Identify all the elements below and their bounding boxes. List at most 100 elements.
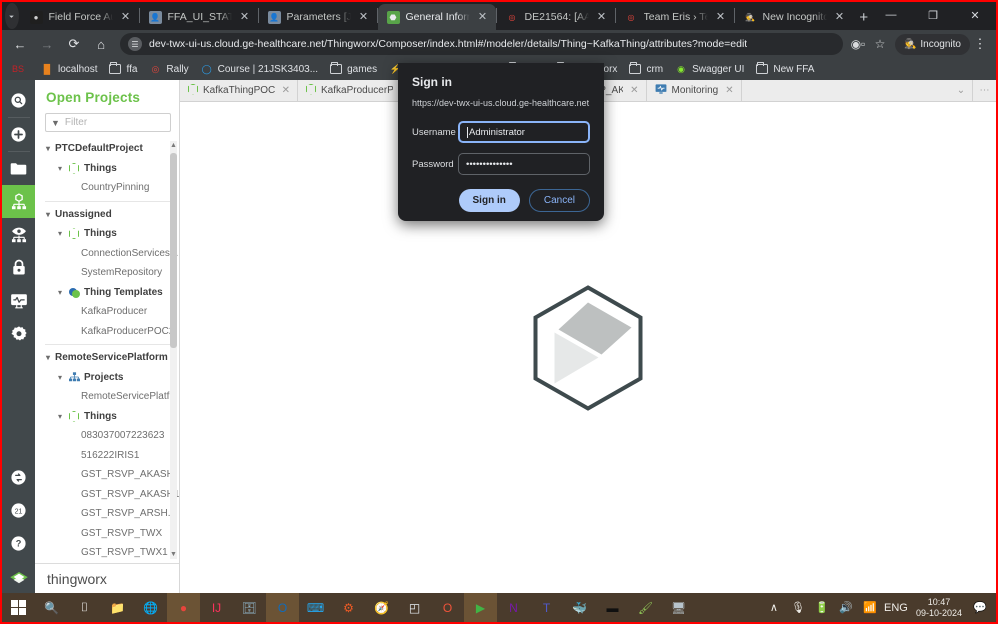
- tab-more-options-icon[interactable]: ⋯: [973, 80, 996, 101]
- entity-tab-close-icon[interactable]: ✕: [630, 85, 638, 96]
- chevron-down-icon[interactable]: ▾: [53, 229, 67, 238]
- tree-scrollbar[interactable]: ▲ ▼: [170, 141, 177, 559]
- back-button[interactable]: ←: [8, 32, 32, 56]
- minimize-button[interactable]: —: [870, 2, 912, 28]
- browse-folder-icon[interactable]: [2, 152, 35, 185]
- vscode-icon[interactable]: ⌨: [299, 593, 332, 622]
- tab-close-icon[interactable]: ✕: [357, 10, 371, 24]
- tree-node[interactable]: RemoteServicePlatf...: [35, 387, 179, 407]
- new-tab-button[interactable]: +: [858, 5, 870, 29]
- url-input[interactable]: ☰ dev-twx-ui-us.cloud.ge-healthcare.net/…: [120, 33, 843, 55]
- tree-node[interactable]: GST_RSVP_ARSH...: [35, 504, 179, 524]
- microphone-icon[interactable]: 🎙: [787, 593, 809, 622]
- onenote-icon[interactable]: N: [497, 593, 530, 622]
- file-explorer-icon[interactable]: 📁: [101, 593, 134, 622]
- security-icon[interactable]: [2, 251, 35, 284]
- chevron-down-icon[interactable]: ▾: [41, 353, 55, 362]
- browser-tab[interactable]: ◎Team Eris › Team Sta✕: [616, 4, 734, 30]
- browser-menu-button[interactable]: ⋮: [970, 36, 990, 52]
- help-icon[interactable]: ?: [2, 527, 35, 560]
- tree-node[interactable]: GST_RSVP_TWX1: [35, 543, 179, 563]
- notifications-icon[interactable]: 21: [2, 494, 35, 527]
- scroll-up-arrow[interactable]: ▲: [170, 141, 177, 150]
- entity-tab-close-icon[interactable]: ✕: [725, 85, 733, 96]
- tab-close-icon[interactable]: ✕: [833, 10, 847, 24]
- explorer2-icon[interactable]: 🧭: [365, 593, 398, 622]
- reading-mode-icon[interactable]: ◉▫: [847, 33, 869, 55]
- tree-node[interactable]: ConnectionServices...: [35, 244, 179, 264]
- bookmark-item[interactable]: New FFA: [750, 59, 820, 79]
- tab-close-icon[interactable]: ✕: [595, 10, 609, 24]
- tree-node[interactable]: KafkaProducer: [35, 302, 179, 322]
- tree-node[interactable]: ▾PTCDefaultProject: [35, 139, 179, 159]
- remote-desktop-icon[interactable]: 🖥: [662, 593, 695, 622]
- thingworx-logo-icon[interactable]: [2, 560, 35, 593]
- tree-node[interactable]: ▾Things: [35, 407, 179, 427]
- docker-icon[interactable]: 🐳: [563, 593, 596, 622]
- tree-node[interactable]: 516222IRIS1: [35, 446, 179, 466]
- bookmark-item[interactable]: ffa: [103, 59, 143, 79]
- site-settings-icon[interactable]: ☰: [128, 37, 142, 51]
- outlook-icon[interactable]: O: [266, 593, 299, 622]
- tree-node[interactable]: ▾Unassigned: [35, 205, 179, 225]
- tray-expand-icon[interactable]: ∧: [763, 593, 785, 622]
- battery-icon[interactable]: 🔋: [811, 593, 833, 622]
- teams-icon[interactable]: T: [530, 593, 563, 622]
- bookmark-item[interactable]: crm: [623, 59, 669, 79]
- bookmark-item[interactable]: games: [324, 59, 383, 79]
- chevron-down-icon[interactable]: ▾: [53, 412, 67, 421]
- terminal-icon[interactable]: ▬: [596, 593, 629, 622]
- tree-node[interactable]: KafkaProducerPOC2: [35, 322, 179, 342]
- reload-button[interactable]: ⟳: [62, 32, 86, 56]
- tab-close-icon[interactable]: ✕: [714, 10, 728, 24]
- tree-node[interactable]: GST_RSVP_AKASH1: [35, 485, 179, 505]
- tab-close-icon[interactable]: ✕: [238, 10, 252, 24]
- chrome-icon[interactable]: ●: [167, 593, 200, 622]
- tab-list-dropdown-icon[interactable]: ⌄: [950, 80, 973, 101]
- settings-icon[interactable]: [2, 317, 35, 350]
- maximize-button[interactable]: ❐: [912, 2, 954, 28]
- bookmark-item[interactable]: ◯Course | 21JSK3403...: [195, 59, 324, 79]
- network-icon[interactable]: 📶: [859, 593, 881, 622]
- bookmark-item[interactable]: ◎Rally: [143, 59, 194, 79]
- browser-tab[interactable]: ◎DE21564: [AAA] Onc✕: [497, 4, 615, 30]
- browser-tab[interactable]: ●Field Force Automati✕: [21, 4, 139, 30]
- tree-node[interactable]: GST_RSVP_TWX: [35, 524, 179, 544]
- bookmark-item[interactable]: ◉Swagger UI: [669, 59, 750, 79]
- browser-tab[interactable]: ⬣General Information✕: [378, 4, 496, 30]
- search-icon[interactable]: [2, 84, 35, 117]
- task-view-icon[interactable]: ⌷: [68, 593, 101, 622]
- browser-tab[interactable]: 👤FFA_UI_STATIC-CONT✕: [140, 4, 258, 30]
- scroll-down-arrow[interactable]: ▼: [170, 550, 177, 559]
- opera-icon[interactable]: O: [431, 593, 464, 622]
- chevron-down-icon[interactable]: ▾: [53, 288, 67, 297]
- scrollbar-thumb[interactable]: [170, 153, 177, 348]
- tree-node[interactable]: ▾Things: [35, 224, 179, 244]
- visualization-icon[interactable]: [2, 218, 35, 251]
- database-icon[interactable]: 🗄: [233, 593, 266, 622]
- modeling-icon[interactable]: [2, 185, 35, 218]
- cancel-button[interactable]: Cancel: [529, 189, 590, 212]
- add-new-icon[interactable]: [2, 118, 35, 151]
- browser-tab[interactable]: 🕵New Incognito Tab✕: [735, 4, 853, 30]
- home-button[interactable]: ⌂: [89, 32, 113, 56]
- bookmark-item[interactable]: █localhost: [35, 59, 103, 79]
- tree-node[interactable]: CountryPinning: [35, 178, 179, 198]
- chevron-down-icon[interactable]: ▾: [41, 210, 55, 219]
- bookmark-item[interactable]: BS: [6, 59, 35, 79]
- tree-node[interactable]: ▾RemoteServicePlatform: [35, 348, 179, 368]
- entity-tab[interactable]: KafkaThingPOC✕: [180, 80, 298, 101]
- chevron-down-icon[interactable]: ▾: [53, 164, 67, 173]
- close-window-button[interactable]: ✕: [954, 2, 996, 28]
- search-taskbar-icon[interactable]: 🔍: [35, 593, 68, 622]
- tree-node[interactable]: 083037007223623: [35, 426, 179, 446]
- intellij-icon[interactable]: IJ: [200, 593, 233, 622]
- tree-node[interactable]: GST_RSVP_AKASH: [35, 465, 179, 485]
- password-input[interactable]: ••••••••••••••: [458, 153, 590, 175]
- tab-close-icon[interactable]: ✕: [476, 10, 490, 24]
- volume-icon[interactable]: 🔊: [835, 593, 857, 622]
- import-export-icon[interactable]: [2, 461, 35, 494]
- tree-node[interactable]: ▾Things: [35, 159, 179, 179]
- tab-close-icon[interactable]: ✕: [119, 10, 133, 24]
- chevron-down-icon[interactable]: ▾: [53, 373, 67, 382]
